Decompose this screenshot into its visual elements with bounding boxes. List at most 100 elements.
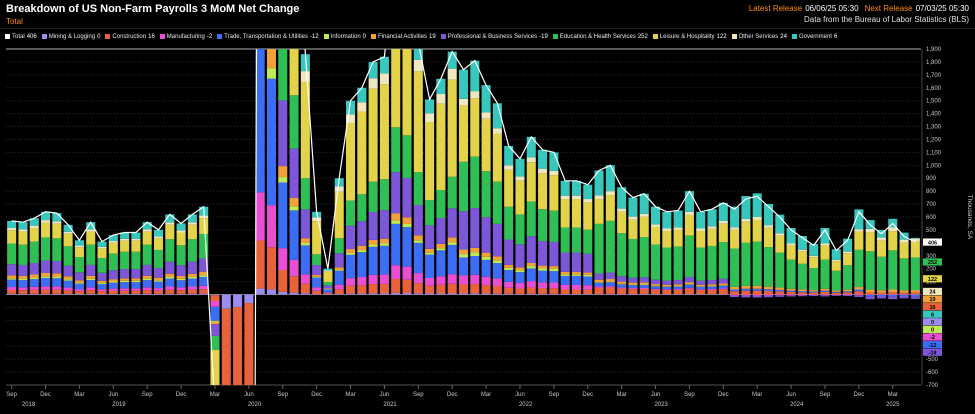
bar-segment[interactable] bbox=[98, 248, 107, 258]
bar-segment[interactable] bbox=[719, 294, 728, 295]
bar-segment[interactable] bbox=[708, 226, 717, 229]
bar-segment[interactable] bbox=[843, 252, 852, 254]
bar-segment[interactable] bbox=[662, 289, 671, 290]
bar-segment[interactable] bbox=[86, 229, 95, 231]
bar-segment[interactable] bbox=[606, 273, 615, 279]
bar-segment[interactable] bbox=[877, 257, 886, 290]
bar-segment[interactable] bbox=[832, 293, 841, 295]
bar-segment[interactable] bbox=[764, 289, 773, 291]
bar-segment[interactable] bbox=[188, 294, 197, 295]
bar-segment[interactable] bbox=[312, 287, 321, 290]
bar-segment[interactable] bbox=[628, 220, 637, 239]
bar-segment[interactable] bbox=[41, 276, 50, 278]
bar-segment[interactable] bbox=[538, 169, 547, 173]
bar-stack[interactable] bbox=[787, 228, 796, 296]
bar-segment[interactable] bbox=[662, 212, 671, 229]
bar-segment[interactable] bbox=[561, 253, 570, 272]
bar-segment[interactable] bbox=[323, 272, 332, 282]
bar-segment[interactable] bbox=[290, 293, 299, 295]
bar-segment[interactable] bbox=[719, 289, 728, 294]
bar-segment[interactable] bbox=[436, 294, 445, 295]
bar-stack[interactable] bbox=[866, 220, 875, 299]
bar-segment[interactable] bbox=[165, 222, 174, 224]
bar-stack[interactable] bbox=[572, 181, 581, 295]
bar-segment[interactable] bbox=[741, 222, 750, 243]
bar-segment[interactable] bbox=[787, 291, 796, 292]
bar-segment[interactable] bbox=[854, 250, 863, 287]
bar-segment[interactable] bbox=[504, 170, 513, 207]
bar-segment[interactable] bbox=[730, 230, 739, 249]
bar-segment[interactable] bbox=[674, 280, 683, 284]
bar-segment[interactable] bbox=[312, 277, 321, 278]
bar-segment[interactable] bbox=[606, 286, 615, 287]
bar-segment[interactable] bbox=[154, 294, 163, 295]
bar-segment[interactable] bbox=[515, 267, 524, 270]
bar-segment[interactable] bbox=[527, 157, 536, 162]
bar-segment[interactable] bbox=[154, 282, 163, 288]
bar-segment[interactable] bbox=[199, 286, 208, 289]
bar-segment[interactable] bbox=[527, 287, 536, 293]
bar-segment[interactable] bbox=[41, 223, 50, 238]
bar-segment[interactable] bbox=[414, 60, 423, 71]
bar-segment[interactable] bbox=[30, 228, 39, 242]
bar-stack[interactable] bbox=[369, 62, 378, 295]
bar-segment[interactable] bbox=[877, 293, 886, 295]
bar-segment[interactable] bbox=[685, 289, 694, 294]
bar-segment[interactable] bbox=[459, 162, 468, 211]
bar-segment[interactable] bbox=[131, 252, 140, 269]
bar-segment[interactable] bbox=[278, 292, 287, 295]
bar-segment[interactable] bbox=[515, 283, 524, 288]
bar-segment[interactable] bbox=[538, 173, 547, 209]
bar-stack[interactable] bbox=[843, 239, 852, 296]
bar-segment[interactable] bbox=[741, 243, 750, 286]
bar-segment[interactable] bbox=[911, 292, 920, 294]
bar-segment[interactable] bbox=[312, 275, 321, 277]
bar-segment[interactable] bbox=[888, 227, 897, 231]
bar-segment[interactable] bbox=[617, 276, 626, 281]
bar-segment[interactable] bbox=[436, 94, 445, 104]
bar-segment[interactable] bbox=[798, 295, 807, 296]
bar-segment[interactable] bbox=[561, 227, 570, 252]
bar-segment[interactable] bbox=[357, 246, 366, 250]
bar-segment[interactable] bbox=[244, 303, 253, 388]
bar-segment[interactable] bbox=[527, 263, 536, 266]
bar-segment[interactable] bbox=[98, 284, 107, 289]
bar-segment[interactable] bbox=[753, 296, 762, 298]
bar-segment[interactable] bbox=[685, 191, 694, 212]
bar-stack[interactable] bbox=[335, 178, 344, 294]
bar-segment[interactable] bbox=[41, 261, 50, 273]
bar-segment[interactable] bbox=[753, 291, 762, 295]
bar-segment[interactable] bbox=[109, 235, 118, 241]
bar-stack[interactable] bbox=[75, 240, 84, 294]
bar-segment[interactable] bbox=[256, 192, 265, 240]
bar-stack[interactable] bbox=[595, 170, 604, 294]
bar-segment[interactable] bbox=[719, 279, 728, 284]
bar-segment[interactable] bbox=[109, 291, 118, 294]
bar-segment[interactable] bbox=[538, 209, 547, 241]
bar-segment[interactable] bbox=[222, 295, 231, 309]
bar-segment[interactable] bbox=[572, 196, 581, 199]
bar-stack[interactable] bbox=[7, 221, 16, 295]
bar-segment[interactable] bbox=[131, 233, 140, 239]
bar-segment[interactable] bbox=[165, 225, 174, 239]
bar-segment[interactable] bbox=[131, 282, 140, 288]
bar-segment[interactable] bbox=[7, 290, 16, 294]
bar-segment[interactable] bbox=[820, 295, 829, 296]
bar-segment[interactable] bbox=[617, 289, 626, 294]
bar-segment[interactable] bbox=[357, 221, 366, 246]
bar-segment[interactable] bbox=[177, 279, 186, 280]
bar-segment[interactable] bbox=[809, 295, 818, 296]
bar-segment[interactable] bbox=[470, 248, 479, 253]
bar-segment[interactable] bbox=[459, 294, 468, 295]
bar-segment[interactable] bbox=[7, 294, 16, 295]
bar-segment[interactable] bbox=[798, 250, 807, 252]
bar-segment[interactable] bbox=[628, 217, 637, 220]
bar-segment[interactable] bbox=[154, 288, 163, 291]
bar-segment[interactable] bbox=[357, 285, 366, 293]
bar-segment[interactable] bbox=[403, 217, 412, 224]
bar-segment[interactable] bbox=[199, 294, 208, 295]
bar-segment[interactable] bbox=[515, 294, 524, 295]
bar-segment[interactable] bbox=[674, 227, 683, 230]
bar-segment[interactable] bbox=[854, 295, 863, 296]
bar-segment[interactable] bbox=[177, 294, 186, 295]
